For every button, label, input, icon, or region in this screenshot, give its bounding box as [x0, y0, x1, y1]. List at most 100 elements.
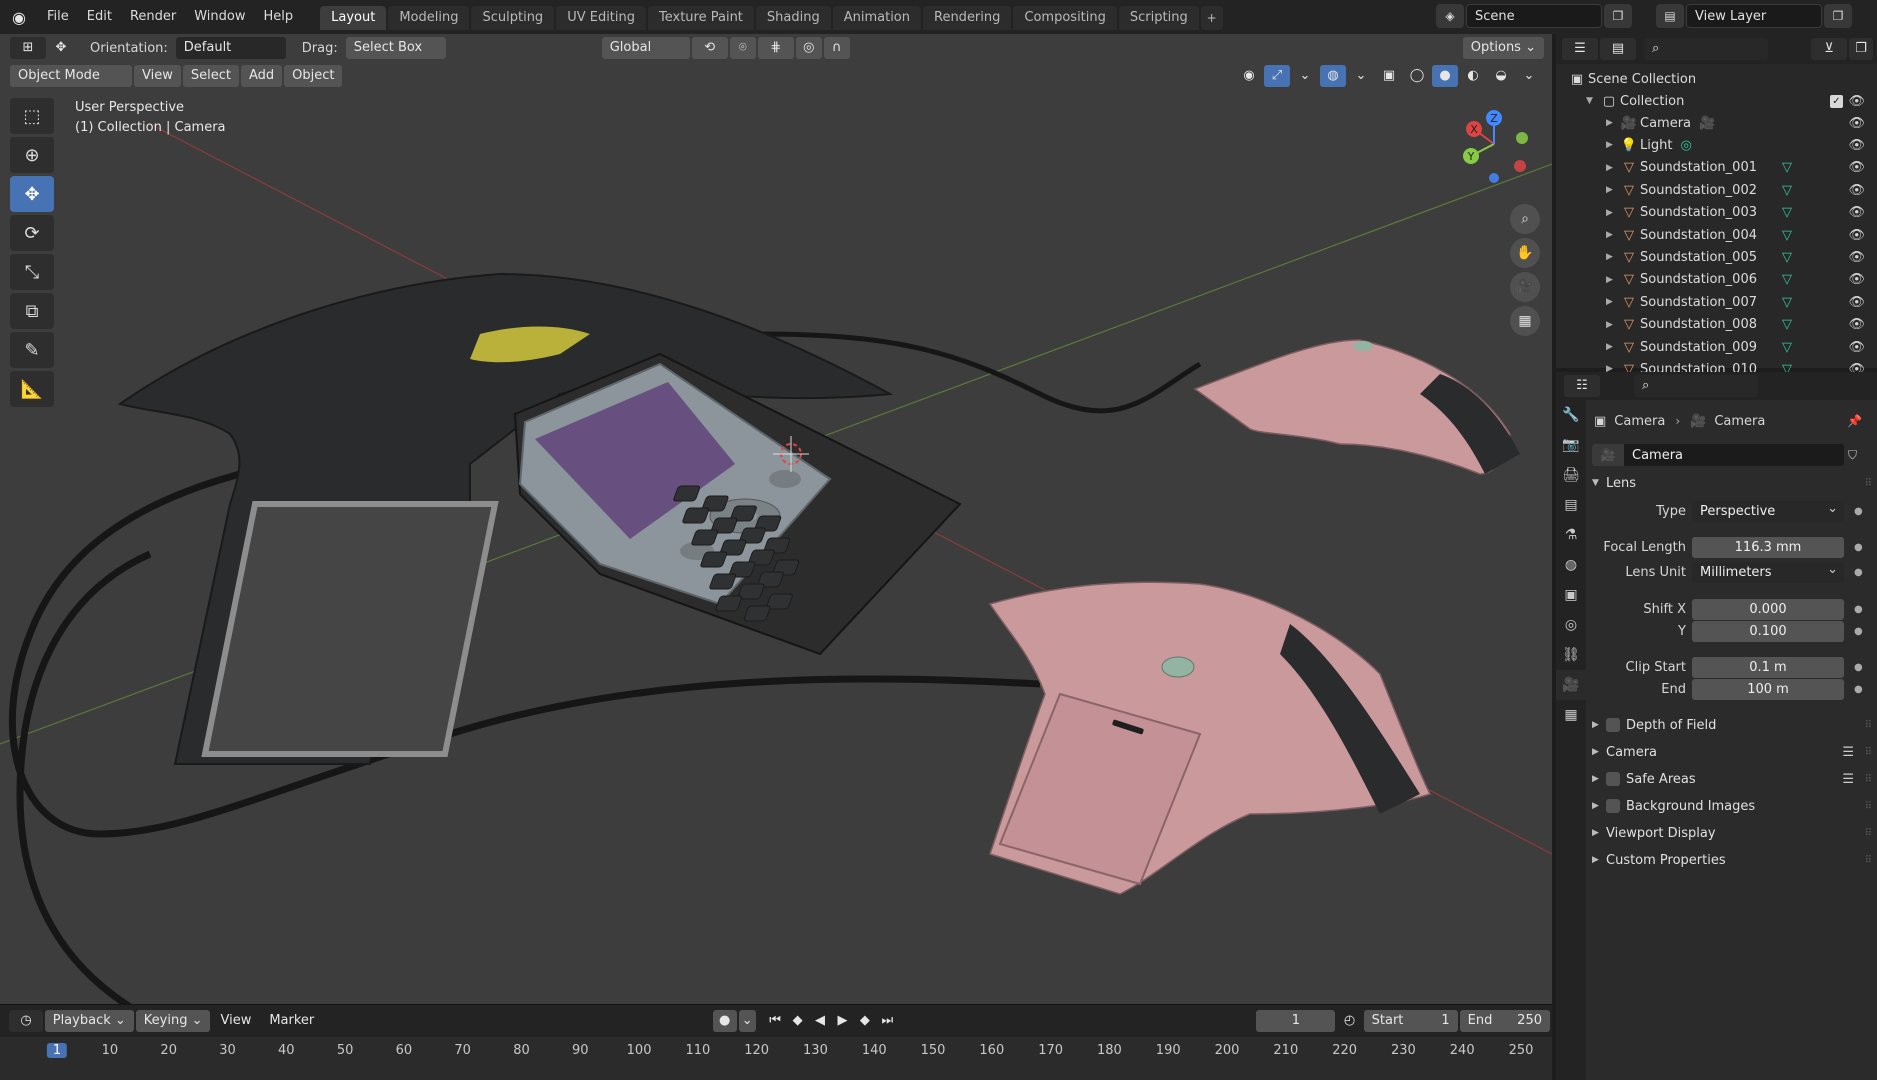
output-tab-icon[interactable]: 🖨 [1556, 460, 1586, 490]
view-layer-field[interactable]: View Layer [1686, 4, 1822, 28]
play-icon[interactable]: ▶ [832, 1010, 852, 1032]
current-frame-field[interactable]: 1 [1256, 1010, 1336, 1032]
mesh-data-icon[interactable]: ▽ [1782, 340, 1792, 355]
filter-icon[interactable]: ⊻ [1811, 38, 1847, 60]
playback-menu[interactable]: Playback ⌄ [44, 1010, 134, 1032]
tab-rendering[interactable]: Rendering [923, 6, 1012, 30]
perspective-grid-icon[interactable]: ▦ [1510, 306, 1540, 336]
transform-tool-icon[interactable]: ⧉ [10, 293, 54, 329]
mesh-data-icon[interactable]: ▽ [1782, 295, 1792, 310]
outliner-item[interactable]: ▶ ▽ Soundstation_002 ▽ 👁 [1556, 179, 1877, 201]
datablock-field[interactable]: 🎥 Camera [1592, 444, 1844, 466]
options-dropdown[interactable]: Options ⌄ [1462, 37, 1544, 59]
outliner-item[interactable]: ▶ ▽ Soundstation_008 ▽ 👁 [1556, 314, 1877, 336]
clip-end-field[interactable]: 100 m [1692, 678, 1844, 700]
3d-viewport[interactable]: ⊞ ✥ Orientation: Default Drag: Select Bo… [0, 34, 1552, 1004]
properties-search-input[interactable]: ⌕ [1634, 375, 1758, 397]
scene-field[interactable]: Scene [1466, 4, 1602, 28]
item-expand-icon[interactable]: ▶ [1606, 208, 1618, 218]
type-keyframe-icon[interactable]: ● [1854, 506, 1863, 517]
outliner-item[interactable]: ▶ ▽ Soundstation_005 ▽ 👁 [1556, 246, 1877, 268]
collection-expand-icon[interactable]: ▼ [1586, 96, 1598, 106]
collection-row[interactable]: ▼ ▢ Collection ✓ 👁 [1556, 90, 1877, 112]
outliner-item[interactable]: ▶ ▽ Soundstation_007 ▽ 👁 [1556, 291, 1877, 313]
rendered-shading-icon[interactable]: ◒ [1488, 65, 1514, 87]
mesh-data-icon[interactable]: ▽ [1782, 183, 1792, 198]
measure-tool-icon[interactable]: 📐 [10, 371, 54, 407]
viewport-display-grip-icon[interactable]: ⠿ [1865, 828, 1872, 839]
lens-unit-keyframe-icon[interactable]: ● [1854, 567, 1863, 578]
mesh-data-icon[interactable]: ▽ [1782, 272, 1792, 287]
scale-tool-icon[interactable]: ⤡ [10, 254, 54, 290]
safe-areas-panel[interactable]: ▶ Safe Areas ☰ ⠿ [1592, 768, 1872, 790]
viewport-menu-add[interactable]: Add [240, 65, 283, 87]
shift-y-keyframe-icon[interactable]: ● [1854, 626, 1863, 637]
item-expand-icon[interactable]: ▶ [1606, 185, 1618, 195]
scene-collection-row[interactable]: ▣ Scene Collection [1556, 68, 1877, 90]
outliner-item[interactable]: ▶ ▽ Soundstation_004 ▽ 👁 [1556, 224, 1877, 246]
lens-grip-icon[interactable]: ⠿ [1865, 478, 1872, 489]
tab-texture-paint[interactable]: Texture Paint [648, 6, 754, 30]
menu-render[interactable]: Render [121, 0, 185, 34]
clip-start-field[interactable]: 0.1 m [1692, 656, 1844, 678]
focal-length-field[interactable]: 116.3 mm [1692, 536, 1844, 558]
gizmo-toggle-icon[interactable]: ⤢ [1264, 65, 1290, 87]
cursor-tool-icon[interactable]: ⊕ [10, 137, 54, 173]
item-expand-icon[interactable]: ▶ [1606, 297, 1618, 307]
safe-areas-presets-icon[interactable]: ☰ [1842, 772, 1854, 787]
clip-end-keyframe-icon[interactable]: ● [1854, 684, 1863, 695]
solid-shading-icon[interactable]: ● [1432, 65, 1458, 87]
camera-data-icon[interactable]: 🎥 [1699, 116, 1715, 131]
navigation-gizmo[interactable]: X Y Z [1454, 104, 1534, 184]
menu-window[interactable]: Window [185, 0, 254, 34]
tab-uv-editing[interactable]: UV Editing [556, 6, 647, 30]
jump-start-icon[interactable]: ⏮ [765, 1010, 785, 1032]
camera-grip-icon[interactable]: ⠿ [1865, 747, 1872, 758]
menu-file[interactable]: File [38, 0, 78, 34]
clip-start-keyframe-icon[interactable]: ● [1854, 662, 1863, 673]
drag-dropdown[interactable]: Select Box [345, 37, 446, 59]
fake-user-icon[interactable]: ⛉ [1848, 448, 1857, 463]
outliner-item[interactable]: ▶ 🎥 Camera 🎥 👁 [1556, 112, 1877, 134]
shift-x-field[interactable]: 0.000 [1692, 598, 1844, 620]
render-tab-icon[interactable]: 📷 [1556, 430, 1586, 460]
zoom-icon[interactable]: ⌕ [1510, 204, 1540, 234]
move-tool-icon[interactable]: ✥ [10, 176, 54, 212]
tab-scripting[interactable]: Scripting [1118, 6, 1199, 30]
tab-modeling[interactable]: Modeling [388, 6, 470, 30]
mesh-data-icon[interactable]: ▽ [1782, 160, 1792, 175]
editor-type-icon[interactable]: ⊞ [10, 37, 46, 59]
pivot-point-icon[interactable]: ⟲ [691, 37, 728, 59]
falloff-icon[interactable]: ∩ [823, 37, 850, 59]
overlay-dropdown-icon[interactable]: ⌄ [1348, 65, 1374, 87]
timeline-ruler[interactable]: 1 10 20 30 40 50 60 70 80 90 100 110 120 130 140 150 160… [0, 1037, 1552, 1080]
lens-type-dropdown[interactable]: Perspective [1692, 498, 1844, 522]
keying-menu[interactable]: Keying ⌄ [135, 1010, 211, 1032]
mode-dropdown[interactable]: Object Mode [10, 65, 132, 87]
record-icon[interactable]: ● [712, 1010, 737, 1032]
custom-properties-panel[interactable]: ▶ Custom Properties ⠿ [1592, 849, 1872, 871]
dof-checkbox[interactable] [1606, 718, 1620, 732]
visibility-icon[interactable]: 👁 [1848, 116, 1865, 131]
viewport-menu-select[interactable]: Select [182, 65, 239, 87]
visibility-icon[interactable]: 👁 [1848, 250, 1865, 265]
tab-compositing[interactable]: Compositing [1013, 6, 1117, 30]
record-dropdown-icon[interactable]: ⌄ [738, 1010, 756, 1032]
camera-presets-icon[interactable]: ☰ [1842, 745, 1854, 760]
annotate-tool-icon[interactable]: ✎ [10, 332, 54, 368]
datablock-browse-icon[interactable]: 🎥 [1592, 444, 1624, 466]
add-workspace-button[interactable]: + [1200, 6, 1223, 30]
depth-of-field-panel[interactable]: ▶ Depth of Field ⠿ [1592, 714, 1872, 736]
outliner-item[interactable]: ▶ ▽ Soundstation_009 ▽ 👁 [1556, 336, 1877, 358]
item-expand-icon[interactable]: ▶ [1606, 230, 1618, 240]
light-data-icon[interactable]: ◎ [1680, 138, 1691, 153]
tab-animation[interactable]: Animation [832, 6, 921, 30]
visibility-icon[interactable]: 👁 [1848, 228, 1865, 243]
menu-edit[interactable]: Edit [78, 0, 121, 34]
new-scene-icon[interactable]: ❐ [1604, 4, 1632, 28]
tab-shading[interactable]: Shading [755, 6, 831, 30]
timeline-menu-view[interactable]: View [212, 1010, 259, 1032]
mesh-data-icon[interactable]: ▽ [1782, 228, 1792, 243]
rotate-tool-icon[interactable]: ⟳ [10, 215, 54, 251]
transform-tool-icon[interactable]: ✥ [48, 37, 74, 59]
